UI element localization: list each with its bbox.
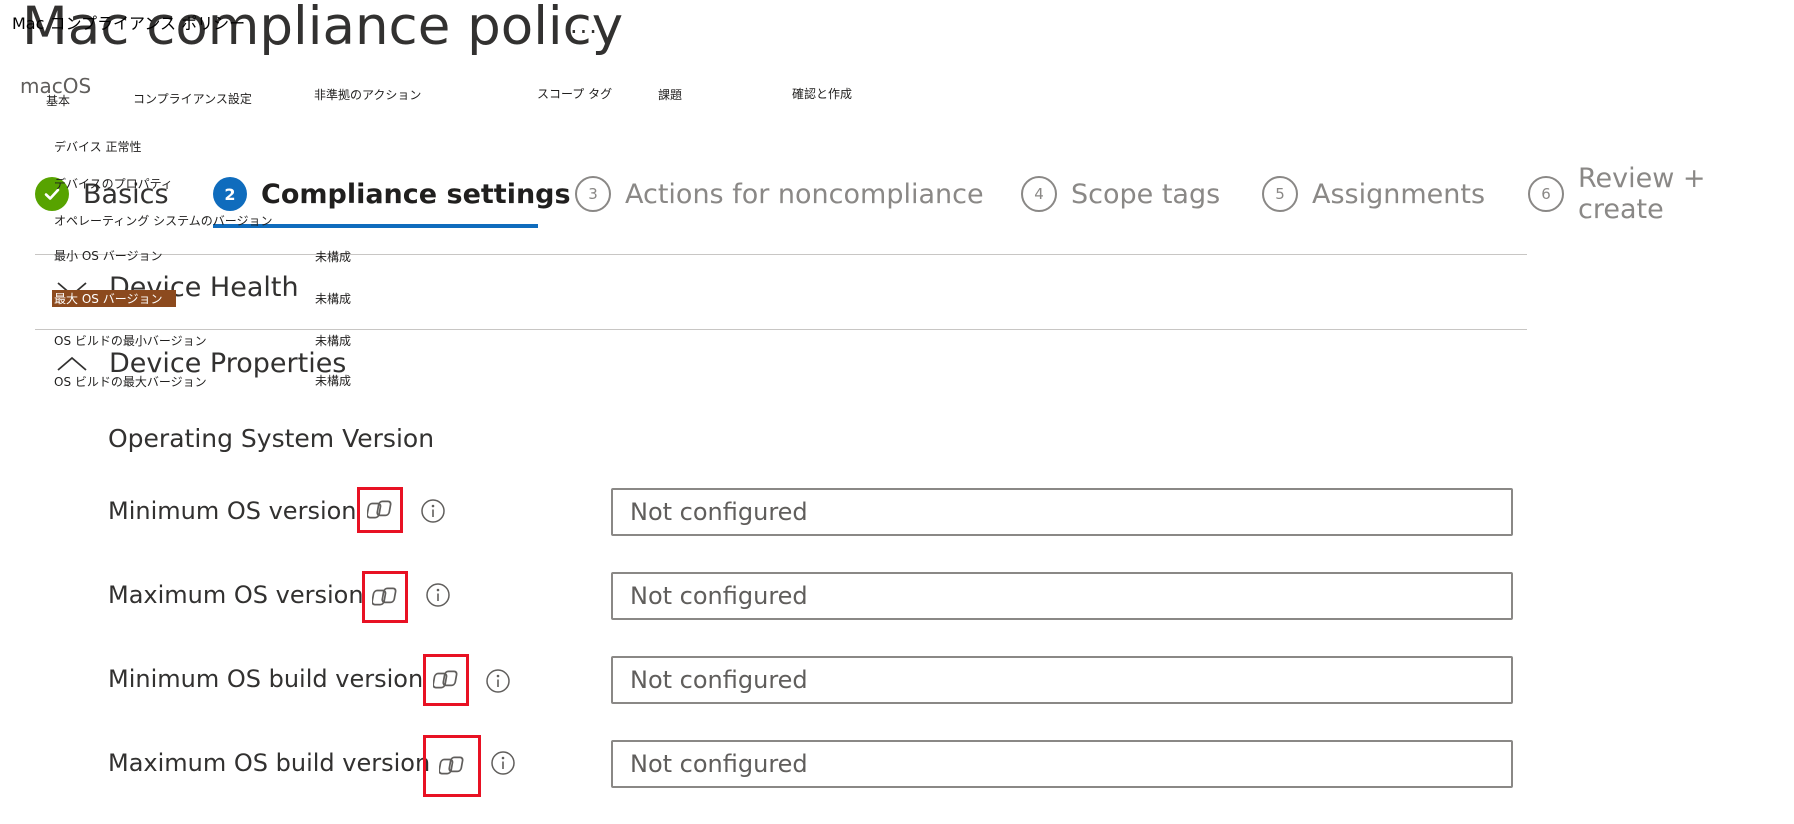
step-actions-for-noncompliance[interactable]: 3 Actions for noncompliance (575, 161, 984, 227)
section-divider (35, 329, 1527, 330)
minimum-os-build-version-label: Minimum OS build version (108, 665, 424, 693)
step-label: Review + create (1578, 163, 1706, 225)
jp-tab-scope-tags: スコープ タグ (537, 87, 613, 101)
step-label: Assignments (1312, 178, 1486, 210)
step-number: 5 (1262, 176, 1298, 212)
maximum-os-build-version-dropdown[interactable]: Not configured (611, 740, 1513, 788)
jp-tab-review-create: 確認と作成 (792, 87, 853, 101)
copilot-button[interactable] (357, 487, 403, 533)
step-label: Actions for noncompliance (625, 178, 984, 210)
minimum-os-build-version-dropdown[interactable]: Not configured (611, 656, 1513, 704)
info-icon[interactable] (490, 750, 516, 776)
copilot-button[interactable] (423, 735, 481, 797)
jp-row-value: 未構成 (315, 250, 352, 264)
copilot-icon (372, 587, 397, 606)
copilot-button[interactable] (362, 571, 408, 623)
jp-tab-compliance-settings: コンプライアンス設定 (133, 92, 252, 106)
step-label: Scope tags (1071, 178, 1221, 210)
jp-row-value: 未構成 (315, 374, 352, 388)
minimum-os-version-label: Minimum OS version (108, 497, 357, 525)
jp-row-label: OS ビルドの最大バージョン (54, 375, 207, 389)
jp-device-properties: デバイスのプロパティ (54, 177, 173, 191)
step-review-create[interactable]: 6 Review + create (1528, 161, 1794, 227)
jp-row-label-highlighted: 最大 OS バージョン (52, 290, 176, 307)
jp-row-value: 未構成 (315, 334, 352, 348)
step-number: 6 (1528, 176, 1564, 212)
step-assignments[interactable]: 5 Assignments (1262, 161, 1485, 227)
jp-tab-assignments: 課題 (658, 88, 683, 102)
step-scope-tags[interactable]: 4 Scope tags (1021, 161, 1220, 227)
maximum-os-build-version-label: Maximum OS build version (108, 749, 431, 777)
more-options-button[interactable]: ··· (570, 18, 599, 46)
copilot-button[interactable] (423, 654, 469, 706)
jp-tab-actions: 非準拠のアクション (314, 88, 422, 102)
jp-os-version: オペレーティング システムのバージョン (54, 214, 273, 228)
jp-tab-basics: 基本 (46, 94, 71, 108)
info-icon[interactable] (485, 668, 511, 694)
jp-row-value: 未構成 (315, 292, 352, 306)
step-label: Compliance settings (261, 178, 571, 210)
maximum-os-version-dropdown[interactable]: Not configured (611, 572, 1513, 620)
maximum-os-version-label: Maximum OS version (108, 581, 364, 609)
jp-row-label: 最小 OS バージョン (54, 249, 163, 263)
info-icon[interactable] (420, 498, 446, 524)
minimum-os-version-dropdown[interactable]: Not configured (611, 488, 1513, 536)
copilot-icon (439, 756, 464, 775)
copilot-icon (367, 500, 392, 519)
step-number: 3 (575, 176, 611, 212)
section-divider (35, 254, 1527, 255)
info-icon[interactable] (425, 582, 451, 608)
step-number: 4 (1021, 176, 1057, 212)
jp-overlay-title: Mac コンプライアンス ポリシー (12, 14, 246, 33)
group-title-os-version: Operating System Version (108, 424, 435, 453)
step-number: 2 (213, 177, 247, 211)
jp-device-health: デバイス 正常性 (54, 140, 142, 154)
chevron-up-icon (57, 356, 87, 371)
jp-row-label: OS ビルドの最小バージョン (54, 334, 207, 348)
copilot-icon (433, 670, 458, 689)
